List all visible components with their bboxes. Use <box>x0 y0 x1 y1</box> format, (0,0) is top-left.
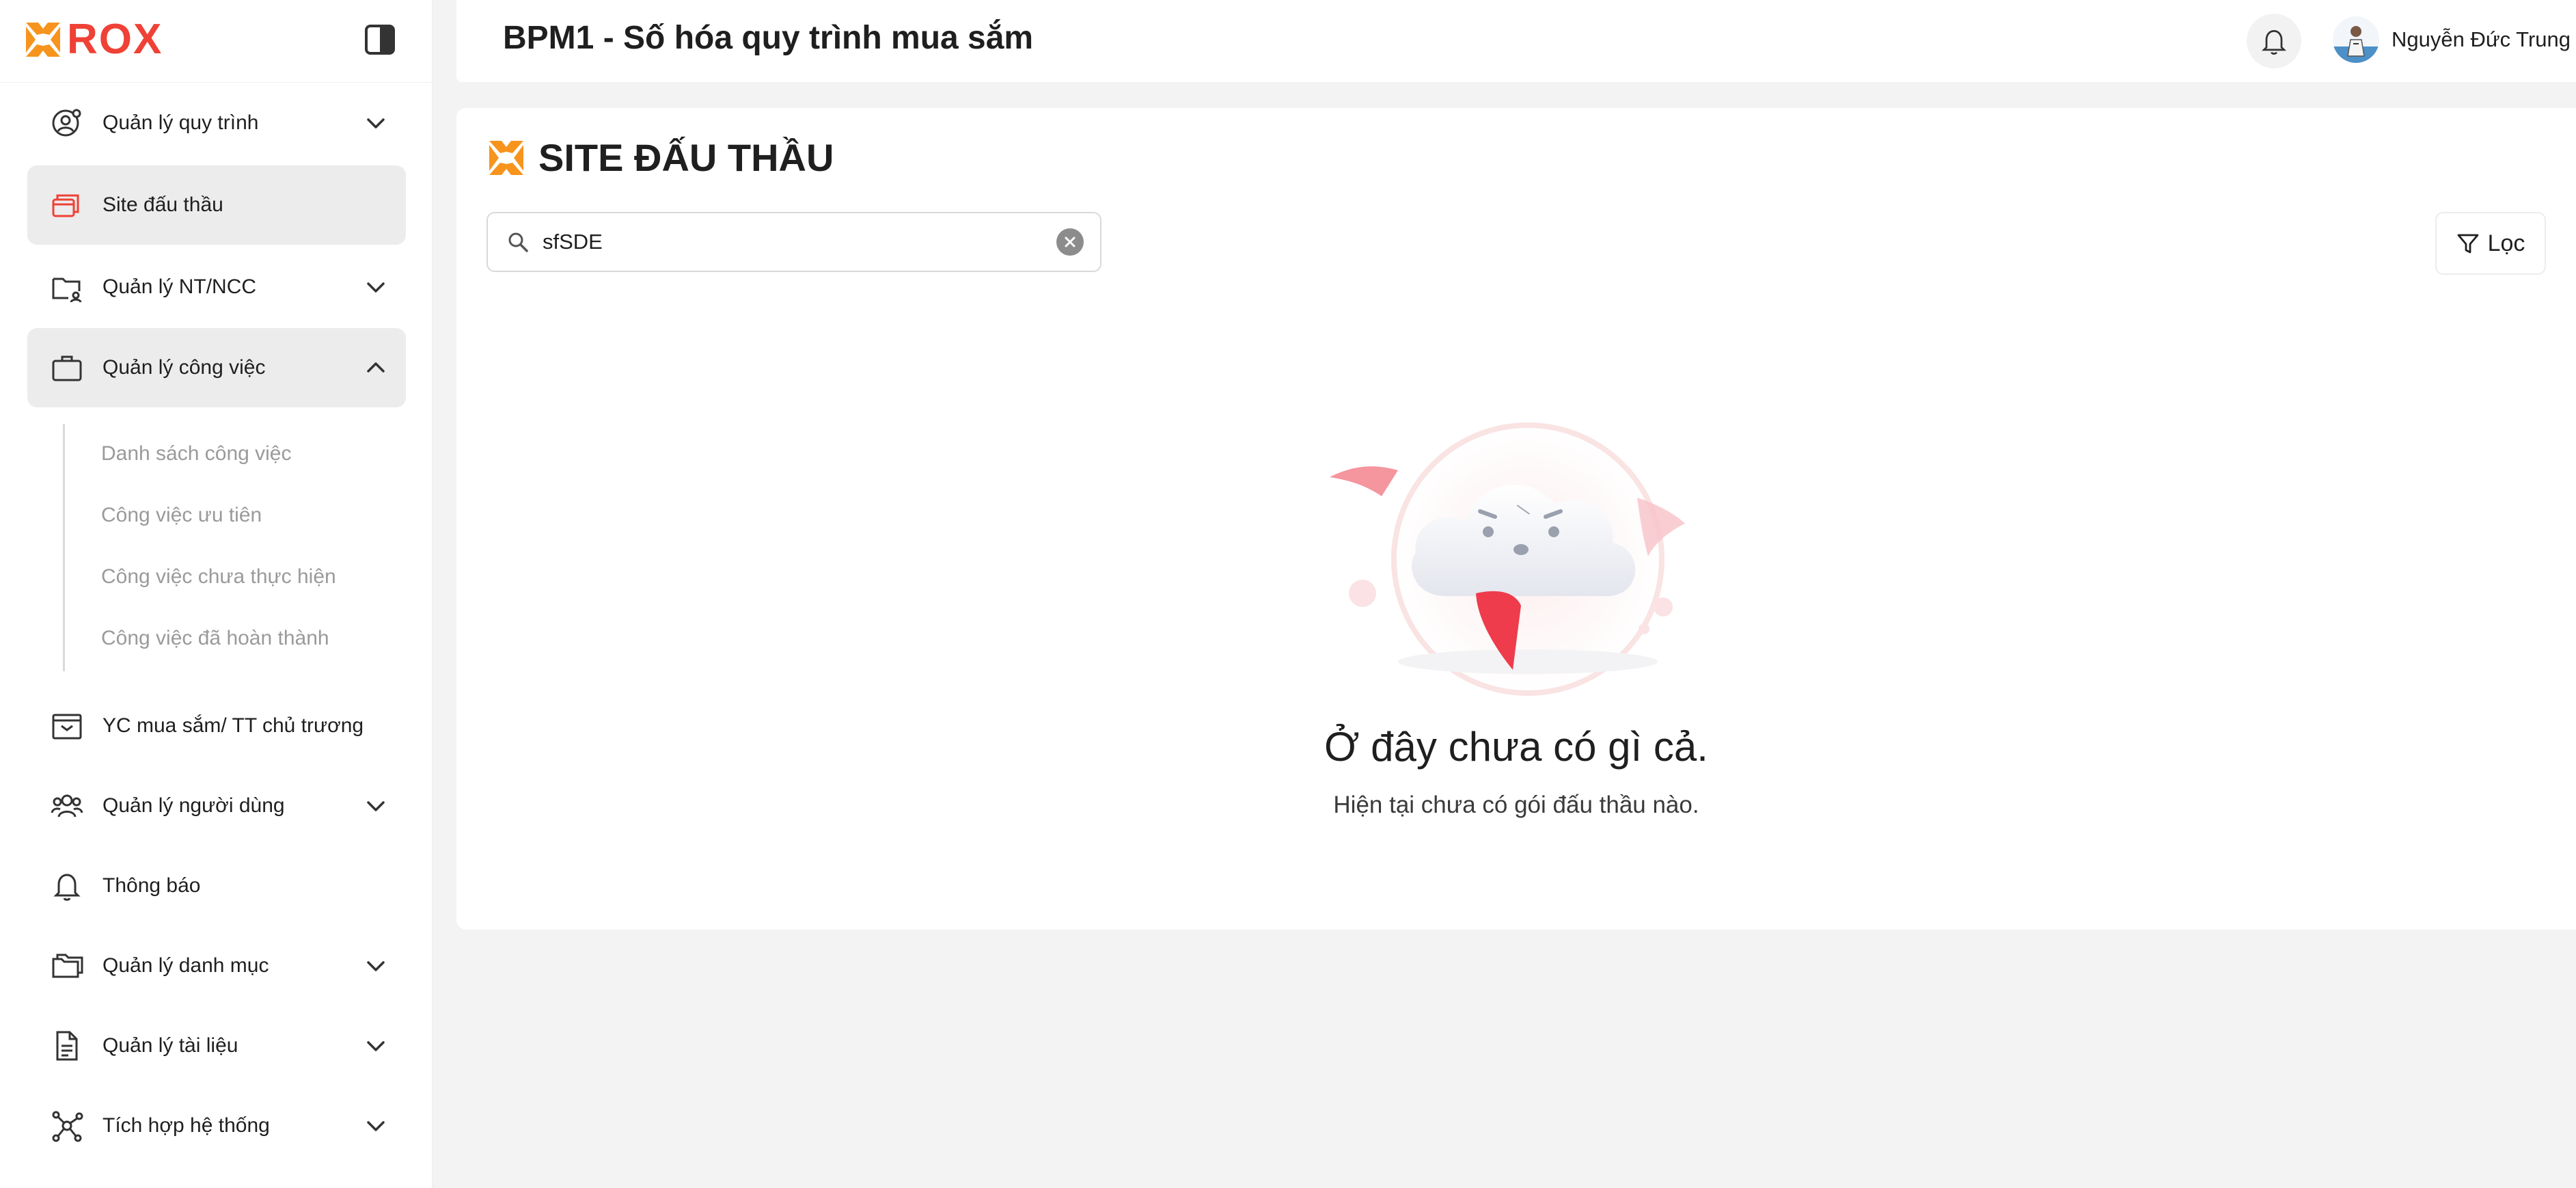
empty-state-title: Ở đây chưa có gì cả. <box>1324 724 1708 770</box>
brand-name: ROX <box>67 16 163 63</box>
rox-logo-icon <box>489 140 523 175</box>
document-icon <box>49 1028 85 1064</box>
chevron-down-icon <box>362 1112 389 1139</box>
main-content-card: SITE ĐẤU THẦU Lọc <box>456 108 2576 930</box>
section-header: SITE ĐẤU THẦU <box>487 135 834 180</box>
subnav-item-pending-tasks[interactable]: Công việc chưa thực hiện <box>101 565 336 589</box>
briefcase-icon <box>49 350 85 386</box>
sidebar-item-bidding-site[interactable]: Site đấu thầu <box>27 165 406 245</box>
sidebar-item-label: Quản lý người dùng <box>102 794 285 817</box>
sidebar-item-label: YC mua sắm/ TT chủ trương <box>102 714 364 737</box>
sidebar-item-label: Quản lý tài liệu <box>102 1034 238 1057</box>
inbox-icon <box>49 708 85 744</box>
sidebar-item-label: Thông báo <box>102 874 201 897</box>
sidebar-item-purchase-requests[interactable]: YC mua sắm/ TT chủ trương <box>27 686 406 766</box>
sidebar-item-notifications[interactable]: Thông báo <box>27 846 406 926</box>
bell-icon <box>2262 29 2286 55</box>
top-header: BPM1 - Số hóa quy trình mua sắm Nguyễn Đ… <box>456 0 2576 82</box>
user-avatar-image <box>2333 16 2379 63</box>
folders-icon <box>49 948 85 984</box>
subnav-item-priority-tasks[interactable]: Công việc ưu tiên <box>101 504 262 527</box>
filter-button[interactable]: Lọc <box>2435 212 2546 275</box>
sidebar-item-label: Tích hợp hệ thống <box>102 1114 270 1137</box>
search-input[interactable] <box>543 213 1021 271</box>
divider <box>0 82 432 83</box>
page-title: BPM1 - Số hóa quy trình mua sắm <box>503 20 1034 56</box>
sidebar-item-label: Quản lý danh mục <box>102 954 269 977</box>
sidebar-collapse-button[interactable] <box>361 21 399 59</box>
subnav-item-completed-tasks[interactable]: Công việc đã hoàn thành <box>101 627 329 650</box>
brand-logo[interactable]: ROX <box>23 18 163 62</box>
sidebar-item-document-management[interactable]: Quản lý tài liệu <box>27 1006 406 1085</box>
sidebar-item-supplier-management[interactable]: Quản lý NT/NCC <box>27 247 406 327</box>
chevron-up-icon <box>362 354 389 381</box>
sidebar-item-label: Quản lý quy trình <box>102 111 259 134</box>
search-icon <box>508 232 528 252</box>
network-icon <box>49 1108 85 1144</box>
bell-icon <box>49 868 85 904</box>
sidebar-item-label: Site đấu thầu <box>102 193 223 216</box>
notifications-button[interactable] <box>2247 14 2301 68</box>
subnav-item-task-list[interactable]: Danh sách công việc <box>101 442 292 465</box>
sidebar-toggle-icon <box>365 25 395 55</box>
user-settings-icon <box>49 105 85 141</box>
sidebar-item-user-management[interactable]: Quản lý người dùng <box>27 766 406 846</box>
cards-icon <box>49 187 85 223</box>
rox-logo-icon <box>26 23 60 57</box>
chevron-down-icon <box>362 952 389 980</box>
empty-state-subtitle: Hiện tại chưa có gói đấu thầu nào. <box>1333 792 1699 818</box>
chevron-down-icon <box>362 273 389 301</box>
sidebar-item-label: Quản lý công việc <box>102 356 266 379</box>
sidebar-item-system-integration[interactable]: Tích hợp hệ thống <box>27 1086 406 1165</box>
sidebar-item-category-management[interactable]: Quản lý danh mục <box>27 926 406 1005</box>
folder-user-icon <box>49 269 85 305</box>
subnav-guide-line <box>63 424 65 671</box>
sidebar-item-work-management[interactable]: Quản lý công việc <box>27 328 406 407</box>
user-name[interactable]: Nguyễn Đức Trung <box>2392 27 2571 52</box>
chevron-down-icon <box>362 109 389 137</box>
sidebar-item-label: Quản lý NT/NCC <box>102 275 257 298</box>
sidebar-item-process-management[interactable]: Quản lý quy trình <box>27 83 406 163</box>
clear-search-button[interactable] <box>1056 228 1084 256</box>
section-title: SITE ĐẤU THẦU <box>538 136 834 179</box>
sidebar: ROX Quản lý quy trình Site đấu thầu Quản… <box>0 0 433 1188</box>
avatar[interactable] <box>2333 16 2379 63</box>
search-field[interactable] <box>487 212 1101 272</box>
chevron-down-icon <box>362 1032 389 1059</box>
filter-label: Lọc <box>2487 230 2525 256</box>
empty-state-cloud-icon <box>1330 422 1685 696</box>
users-icon <box>49 788 85 824</box>
filter-icon <box>2457 234 2478 254</box>
close-icon <box>1065 237 1075 247</box>
chevron-down-icon <box>362 792 389 820</box>
